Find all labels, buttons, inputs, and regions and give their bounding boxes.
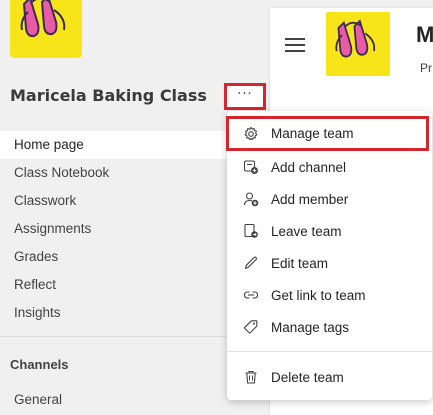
page-subtitle: Pr	[420, 61, 432, 75]
menu-item-label: Delete team	[271, 369, 344, 385]
header-team-avatar	[326, 12, 390, 76]
tag-icon	[242, 318, 260, 336]
ballet-shoes-icon	[335, 19, 376, 58]
menu-item-label: Get link to team	[271, 287, 366, 303]
menu-item-label: Manage tags	[271, 319, 350, 335]
ballet-shoes-icon	[20, 0, 66, 38]
more-options-icon: ···	[237, 87, 253, 102]
class-nav: Home page Class Notebook Classwork Assig…	[0, 131, 228, 327]
menu-item-delete-team[interactable]: Delete team	[227, 361, 432, 393]
nav-item-grades[interactable]: Grades	[0, 243, 228, 271]
menu-item-get-link[interactable]: Get link to team	[227, 279, 432, 311]
menu-item-label: Add channel	[271, 159, 347, 175]
nav-item-insights[interactable]: Insights	[0, 299, 228, 327]
menu-item-label: Edit team	[271, 255, 329, 271]
more-options-button[interactable]: ···	[224, 83, 266, 110]
menu-item-label: Leave team	[271, 223, 342, 239]
page-title: M	[416, 22, 433, 47]
trash-icon	[242, 368, 260, 386]
nav-item-classwork[interactable]: Classwork	[0, 187, 228, 215]
nav-item-reflect[interactable]: Reflect	[0, 271, 228, 299]
menu-item-edit-team[interactable]: Edit team	[227, 247, 432, 279]
hamburger-menu-icon[interactable]	[285, 38, 305, 52]
menu-item-leave-team[interactable]: Leave team	[227, 215, 432, 247]
menu-item-manage-team[interactable]: Manage team	[226, 116, 429, 151]
nav-item-class-notebook[interactable]: Class Notebook	[0, 159, 228, 187]
menu-item-add-channel[interactable]: Add channel	[227, 151, 432, 183]
sidebar-divider	[0, 336, 228, 337]
gear-icon	[242, 125, 260, 143]
menu-item-label: Manage team	[271, 126, 354, 141]
add-member-icon	[242, 190, 260, 208]
leave-team-icon	[242, 222, 260, 240]
link-icon	[242, 286, 260, 304]
menu-item-manage-tags[interactable]: Manage tags	[227, 311, 432, 343]
channel-item-general[interactable]: General	[14, 392, 62, 407]
team-options-menu: Manage team Add channel Add member Leave…	[226, 111, 432, 400]
add-channel-icon	[242, 158, 260, 176]
menu-item-add-member[interactable]: Add member	[227, 183, 432, 215]
channels-heading: Channels	[10, 357, 69, 372]
team-name: Maricela Baking Class	[10, 86, 207, 105]
nav-item-assignments[interactable]: Assignments	[0, 215, 228, 243]
nav-item-home-page[interactable]: Home page	[0, 131, 228, 159]
pencil-icon	[242, 254, 260, 272]
menu-item-label: Add member	[271, 191, 349, 207]
menu-divider	[227, 351, 432, 352]
team-avatar[interactable]	[10, 0, 82, 58]
